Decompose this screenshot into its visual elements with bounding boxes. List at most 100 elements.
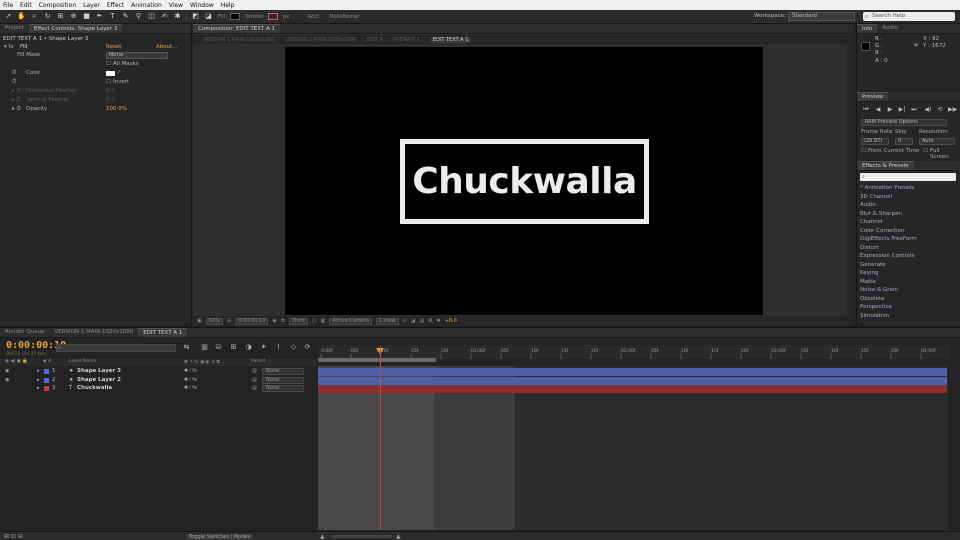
layer-switches-icon[interactable]: ✱ ⁄ fx bbox=[184, 368, 197, 374]
skip-select[interactable]: 0 bbox=[895, 138, 913, 145]
first-frame-icon[interactable]: ⏮ bbox=[862, 106, 870, 114]
fill-mask-dropdown[interactable]: None bbox=[106, 52, 168, 59]
clone-stamp-tool-icon[interactable]: ⚲ bbox=[134, 12, 143, 21]
fx-about-link[interactable]: About... bbox=[156, 44, 178, 50]
tab-effect-controls[interactable]: Effect Controls: Shape Layer 3 bbox=[28, 24, 123, 33]
effects-category-item[interactable]: Generate bbox=[860, 262, 886, 268]
frame-blending-icon[interactable]: ⊞ bbox=[229, 343, 238, 352]
from-current-time-checkbox[interactable]: ☐ bbox=[861, 148, 866, 154]
layer-label-color[interactable] bbox=[44, 369, 49, 374]
layer-switches-icon[interactable]: ✱ ⁄ fx bbox=[184, 377, 197, 383]
color-swatch[interactable] bbox=[106, 71, 115, 76]
stroke-swatch[interactable] bbox=[267, 13, 278, 20]
layer-expand-triangle-icon[interactable]: ▸ bbox=[37, 368, 40, 374]
rectangle-tool-icon[interactable]: ■ bbox=[82, 12, 91, 21]
menu-file[interactable]: File bbox=[3, 2, 13, 9]
eraser-tool-icon[interactable]: ◫ bbox=[147, 12, 156, 21]
effects-category-item[interactable]: Simulation bbox=[860, 313, 889, 319]
brainstorm-icon[interactable]: ✶ bbox=[259, 343, 268, 352]
fast-preview-icon[interactable]: ◪ bbox=[411, 318, 416, 324]
selection-tool-icon[interactable]: ➚ bbox=[4, 12, 13, 21]
layer-name[interactable]: Shape Layer 3 bbox=[77, 368, 121, 374]
camera-select[interactable]: Active Camera bbox=[329, 317, 372, 325]
layer-duration-bar[interactable] bbox=[318, 385, 947, 393]
workspace-select[interactable]: Standard bbox=[788, 12, 855, 21]
breadcrumb-item[interactable]: EDIT A bbox=[366, 37, 383, 43]
tab-project[interactable]: Project bbox=[0, 24, 29, 33]
color-channel-icon[interactable]: ✿ bbox=[281, 318, 285, 324]
layer-name-header[interactable]: Layer Name bbox=[69, 359, 96, 364]
layer-tracks[interactable] bbox=[318, 366, 948, 530]
layer-row[interactable]: ◉ ▸ 1 ★ Shape Layer 3 ✱ ⁄ fx @ None bbox=[0, 368, 316, 376]
transparency-grid-icon[interactable]: ▦ bbox=[320, 318, 325, 324]
previous-frame-icon[interactable]: ◀ bbox=[874, 106, 882, 114]
tab-effects-presets[interactable]: Effects & Presets bbox=[857, 161, 914, 170]
brush-tool-icon[interactable]: ✎ bbox=[121, 12, 130, 21]
horizontal-feather-value[interactable]: 0.0 bbox=[106, 88, 115, 94]
effects-category-item[interactable]: Audio bbox=[860, 202, 876, 208]
all-masks-row[interactable]: ☐ All Masks bbox=[0, 61, 190, 69]
effects-category-item[interactable]: Distort bbox=[860, 245, 879, 251]
all-masks-checkbox-icon[interactable]: ☐ bbox=[106, 61, 111, 67]
next-frame-icon[interactable]: ▶| bbox=[898, 106, 906, 114]
tab-version-main[interactable]: VERSION 1 MAIN 1920x1080 bbox=[49, 328, 138, 337]
tab-edit-text[interactable]: EDIT TEXT A 1 bbox=[138, 328, 188, 337]
layer-switches-icon[interactable]: ✱ ⁄ fx bbox=[184, 385, 197, 391]
type-tool-icon[interactable]: T bbox=[108, 12, 117, 21]
parent-select[interactable]: None bbox=[262, 385, 304, 392]
search-help-input[interactable]: ⌕ Search Help bbox=[863, 12, 955, 21]
zoom-select[interactable]: 50% bbox=[205, 317, 223, 325]
zoom-in-icon[interactable]: ▲ bbox=[396, 533, 401, 540]
effects-category-item[interactable]: Keying bbox=[860, 270, 878, 276]
menu-effect[interactable]: Effect bbox=[107, 2, 124, 9]
live-update-icon[interactable]: ⟳ bbox=[303, 343, 312, 352]
camera-tool-icon[interactable]: ⊞ bbox=[56, 12, 65, 21]
graph-editor-icon[interactable]: ⌇ bbox=[274, 343, 283, 352]
pixel-aspect-icon[interactable]: ⊡ bbox=[403, 318, 407, 324]
tab-composition[interactable]: Composition: EDIT TEXT A 1 bbox=[193, 24, 281, 33]
effects-category-item[interactable]: Perspective bbox=[860, 304, 892, 310]
invert-row[interactable]: ⏱ ☐ Invert bbox=[0, 79, 190, 87]
timeline-icon[interactable]: ▤ bbox=[419, 318, 424, 324]
zoom-out-icon[interactable]: ▲ bbox=[320, 533, 325, 540]
menu-help[interactable]: Help bbox=[221, 2, 235, 9]
add-label[interactable]: Add: bbox=[307, 14, 320, 20]
parent-select[interactable]: None bbox=[262, 368, 304, 375]
stopwatch-icon[interactable]: ⏱ bbox=[12, 70, 16, 77]
parent-header[interactable]: Parent bbox=[251, 359, 265, 364]
time-ruler[interactable]: 0:00f 05f 10f 15f 20f 01:00f 05f 10f 15f 20f 02:00… bbox=[318, 345, 959, 359]
pick-whip-icon[interactable]: @ bbox=[252, 368, 257, 374]
effects-category-item[interactable]: Channel bbox=[860, 219, 883, 225]
menu-composition[interactable]: Composition bbox=[39, 2, 76, 9]
fx-fill-row[interactable]: ▾ fx Fill Reset About... bbox=[0, 44, 190, 52]
effects-category-item[interactable]: DigiEffects FreeForm bbox=[860, 236, 917, 242]
resolution-select[interactable]: Auto bbox=[919, 138, 955, 145]
effects-category-item[interactable]: Blur & Sharpen bbox=[860, 211, 902, 217]
view-layout-select[interactable]: 1 View bbox=[375, 317, 399, 325]
zoom-tool-icon[interactable]: ⌕ bbox=[30, 12, 39, 21]
layer-duration-bar[interactable] bbox=[318, 376, 947, 385]
mute-audio-icon[interactable]: ◀) bbox=[924, 106, 932, 114]
disclosure-triangle-icon[interactable]: ▸ ⏱ bbox=[12, 88, 21, 95]
comp-mini-flowchart-icon[interactable]: ⇆ bbox=[182, 343, 191, 352]
hand-tool-icon[interactable]: ✋ bbox=[17, 12, 26, 21]
motion-blur-icon[interactable]: ◑ bbox=[244, 343, 253, 352]
full-screen-checkbox[interactable]: ☐ bbox=[923, 148, 928, 154]
breadcrumb-item-active[interactable]: EDIT TEXT A 1 bbox=[429, 36, 472, 43]
play-icon[interactable]: ▶ bbox=[886, 106, 894, 114]
world-axis-icon[interactable]: ◪ bbox=[204, 12, 213, 21]
layer-name[interactable]: Shape Layer 2 bbox=[77, 377, 121, 383]
breadcrumb-item[interactable]: VERSION 1 MAIN 1920x1080 bbox=[203, 37, 275, 43]
fx-toggle-icon[interactable]: ▾ fx bbox=[4, 44, 14, 50]
exposure-icon[interactable]: ✺ bbox=[436, 318, 440, 324]
rotobezier-label[interactable]: RotoBezier bbox=[330, 14, 360, 20]
composition-viewer[interactable]: Chuckwalla bbox=[285, 47, 763, 315]
opacity-value[interactable]: 100.0% bbox=[106, 106, 127, 112]
breadcrumb-item[interactable]: PREMAIT A bbox=[393, 37, 420, 43]
parent-select[interactable]: None bbox=[262, 376, 304, 384]
hide-shy-icon[interactable]: ⛁ bbox=[214, 343, 223, 352]
fill-swatch[interactable] bbox=[230, 13, 241, 20]
pick-whip-icon[interactable]: @ bbox=[252, 377, 257, 383]
invert-checkbox-icon[interactable]: ☐ bbox=[106, 79, 111, 85]
timeline-zoom-slider[interactable] bbox=[332, 535, 392, 538]
